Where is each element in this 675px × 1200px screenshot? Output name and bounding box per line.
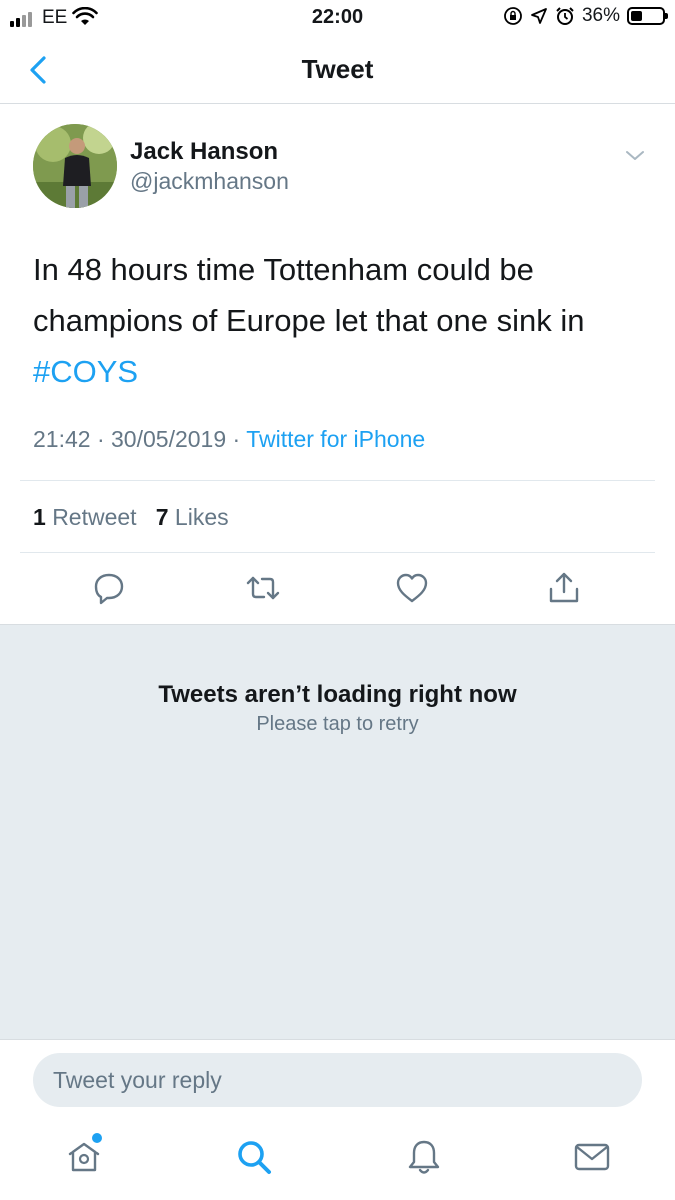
- battery-percent: 36%: [581, 5, 620, 26]
- tweet-date: 30/05/2019: [111, 426, 227, 452]
- meta-separator: ·: [232, 426, 241, 452]
- like-icon[interactable]: [394, 570, 430, 606]
- battery-icon: [627, 7, 668, 25]
- reply-bar: [0, 1039, 675, 1125]
- tweet-meta: 21:42 · 30/05/2019 · Twitter for iPhone: [33, 426, 425, 453]
- retweet-icon[interactable]: [245, 570, 281, 606]
- retry-text[interactable]: Please tap to retry: [0, 713, 675, 736]
- meta-separator: ·: [96, 426, 105, 452]
- chevron-down-icon[interactable]: [623, 144, 647, 168]
- avatar[interactable]: [33, 124, 117, 208]
- alarm-icon: [556, 7, 574, 25]
- tab-bar: [0, 1125, 675, 1200]
- tweet-text: In 48 hours time Tottenham could be cham…: [33, 244, 648, 397]
- likes-stat[interactable]: 7 Likes: [156, 504, 229, 530]
- nav-bar: Tweet: [0, 36, 675, 104]
- reply-icon[interactable]: [91, 570, 127, 606]
- rotation-lock-icon: [504, 7, 522, 25]
- page-title: Tweet: [301, 54, 374, 84]
- tweet-time: 21:42: [33, 426, 91, 452]
- error-title: Tweets aren’t loading right now: [158, 681, 517, 708]
- notifications-icon[interactable]: [402, 1135, 446, 1179]
- location-icon: [531, 8, 547, 24]
- reply-input[interactable]: [33, 1053, 642, 1107]
- battery-level: [631, 11, 642, 21]
- tweet-body: In 48 hours time Tottenham could be cham…: [33, 252, 585, 338]
- notification-dot: [92, 1133, 102, 1143]
- likes-count: 7: [155, 504, 169, 530]
- retweets-label: Retweet: [52, 504, 137, 530]
- replies-area[interactable]: Tweets aren’t loading right now Please t…: [0, 624, 675, 1039]
- divider: [20, 552, 655, 553]
- retweets-count: 1: [33, 504, 46, 530]
- retweets-stat[interactable]: 1 Retweet: [33, 504, 137, 530]
- messages-icon[interactable]: [570, 1135, 614, 1179]
- avatar-image: [33, 124, 117, 208]
- tweet-actions: [0, 570, 675, 610]
- author-handle[interactable]: @jackmhanson: [130, 168, 289, 195]
- share-icon[interactable]: [546, 570, 582, 606]
- divider: [20, 480, 655, 481]
- tweet-stats: 1 Retweet 7 Likes: [33, 504, 229, 531]
- author-name[interactable]: Jack Hanson: [130, 138, 278, 166]
- hashtag-link[interactable]: #COYS: [33, 354, 138, 389]
- search-icon[interactable]: [232, 1135, 276, 1179]
- tweet-source-link[interactable]: Twitter for iPhone: [246, 426, 425, 452]
- status-bar: EE 22:00 36%: [0, 0, 675, 36]
- likes-label: Likes: [174, 504, 229, 530]
